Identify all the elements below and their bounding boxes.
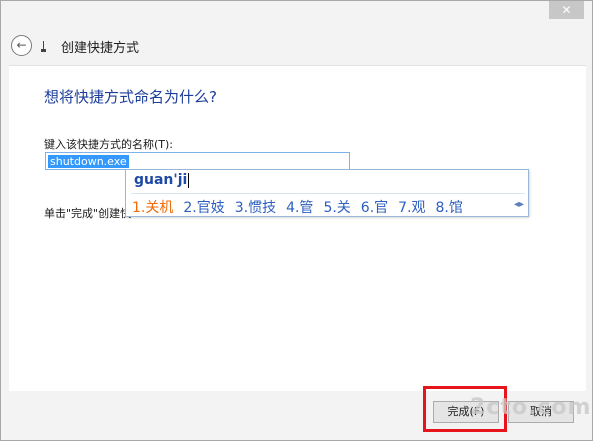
finish-hint-text: 单击"完成"创建快 [44, 207, 132, 220]
create-shortcut-window: ✕ ← 创建快捷方式 想将快捷方式命名为什么? 键入该快捷方式的名称(T): s… [0, 0, 593, 441]
ime-candidate-4[interactable]: 4.管 [286, 197, 313, 216]
ime-candidate-8[interactable]: 8.馆 [436, 197, 463, 216]
ime-candidate-5[interactable]: 5.关 [323, 197, 350, 216]
shortcut-wizard-icon [41, 41, 50, 52]
ime-divider [131, 193, 525, 194]
dialog-title: 创建快捷方式 [61, 41, 140, 56]
ime-caret [188, 172, 190, 188]
watermark: 2cto.com [470, 395, 592, 420]
title-bar: ✕ [1, 1, 592, 25]
ime-candidate-2[interactable]: 2.官妓 [183, 197, 224, 216]
ime-composition: guan'ji [134, 172, 190, 188]
selected-text: shutdown.exe [48, 155, 129, 168]
ime-page-arrows-icon[interactable]: ◂▸ [514, 199, 524, 210]
close-button[interactable]: ✕ [549, 1, 584, 19]
ime-candidate-window: guan'ji 1.关机 2.官妓 3.惯技 4.管 5.关 6.官 7.观 8… [125, 169, 529, 217]
back-arrow-icon: ← [16, 38, 27, 52]
ime-candidate-7[interactable]: 7.观 [398, 197, 425, 216]
shortcut-name-input[interactable]: shutdown.exe [45, 152, 350, 170]
ime-candidate-1[interactable]: 1.关机 [132, 197, 173, 216]
wizard-header: ← 创建快捷方式 [1, 25, 592, 65]
ime-candidate-3[interactable]: 3.惯技 [235, 197, 276, 216]
wizard-content: 想将快捷方式命名为什么? 键入该快捷方式的名称(T): shutdown.exe… [9, 65, 586, 391]
ime-candidate-6[interactable]: 6.官 [361, 197, 388, 216]
back-button[interactable]: ← [11, 35, 32, 56]
ime-candidate-list: 1.关机 2.官妓 3.惯技 4.管 5.关 6.官 7.观 8.馆 [132, 197, 473, 216]
shortcut-name-label: 键入该快捷方式的名称(T): [44, 138, 174, 151]
page-heading: 想将快捷方式命名为什么? [44, 88, 217, 106]
ime-composition-text: guan'ji [134, 172, 188, 188]
